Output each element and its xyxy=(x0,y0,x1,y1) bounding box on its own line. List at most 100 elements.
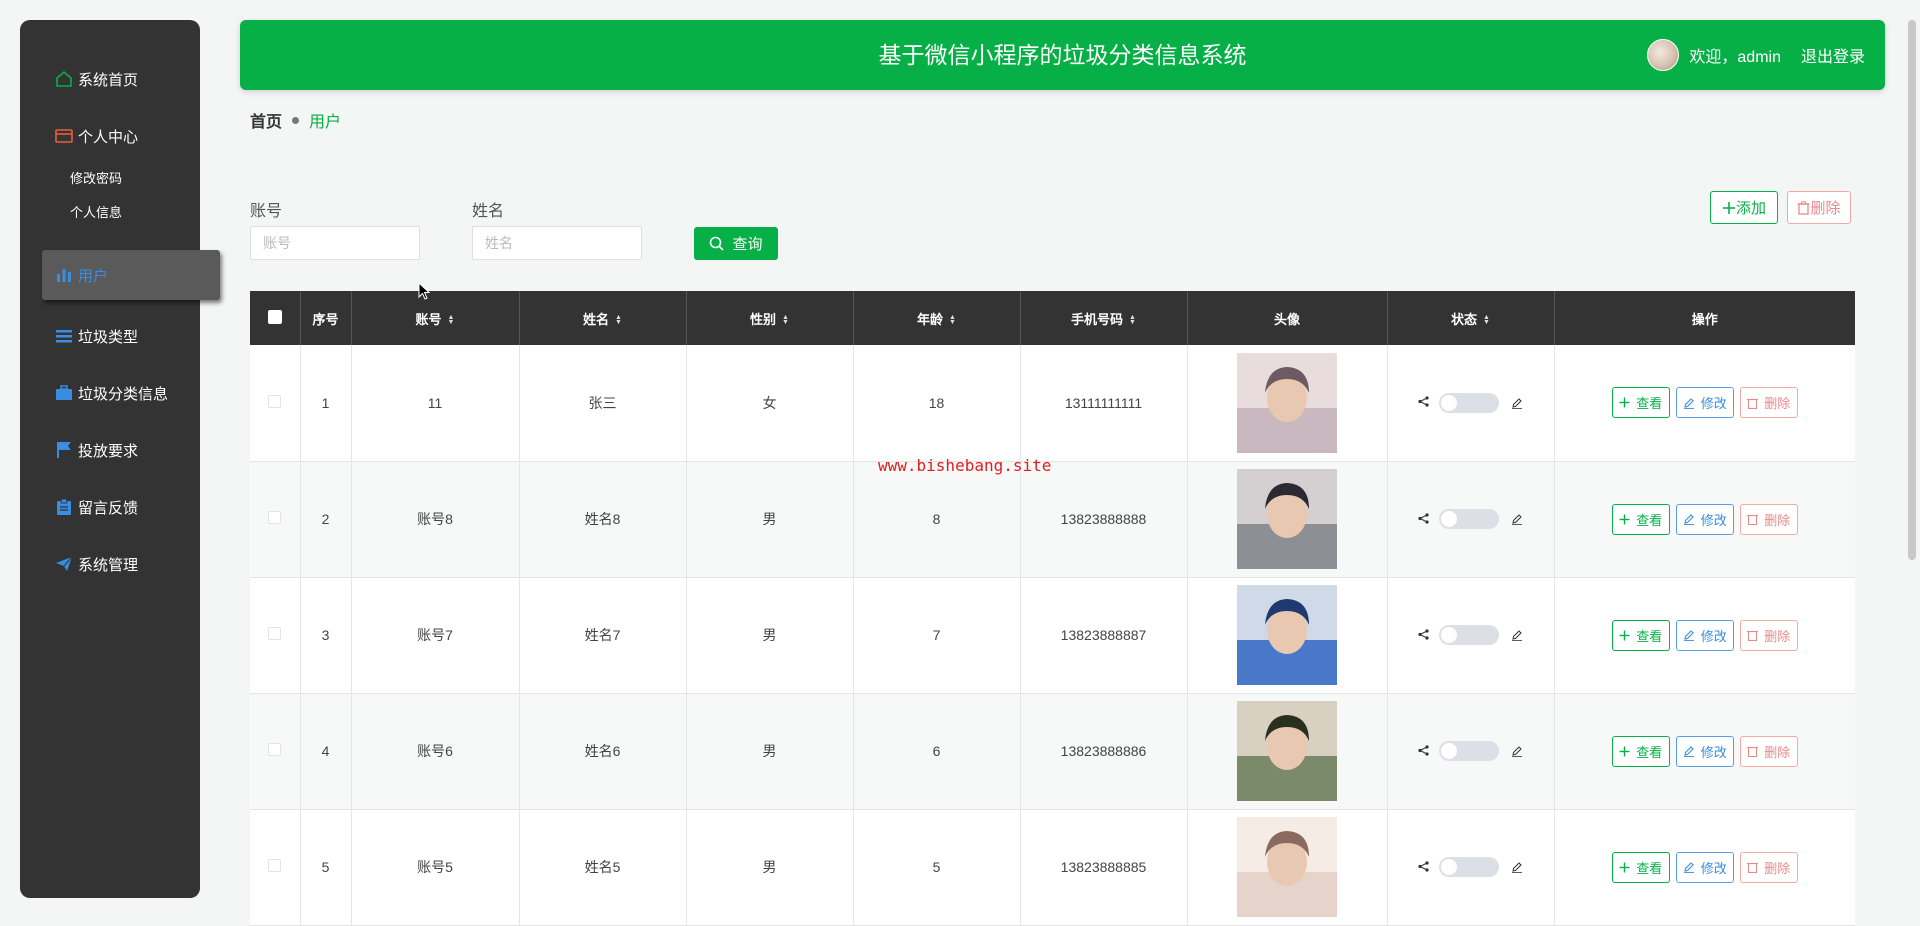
breadcrumb-home[interactable]: 首页 xyxy=(250,108,282,132)
sidebar-item-personal-center[interactable]: 个人中心 xyxy=(20,115,200,157)
sidebar-item-disposal-requirements[interactable]: 投放要求 xyxy=(20,429,200,471)
account-cell: 账号7 xyxy=(351,577,520,694)
select-all-checkbox[interactable] xyxy=(267,309,282,324)
sort-icon[interactable]: ▲ ▼ xyxy=(949,314,956,326)
page-scrollbar[interactable] xyxy=(1908,20,1916,560)
avatar[interactable] xyxy=(1647,39,1680,71)
view-button[interactable]: 查看 xyxy=(1611,851,1670,883)
name-label: 姓名 xyxy=(472,203,505,220)
sidebar-item-feedback[interactable]: 留言反馈 xyxy=(20,486,200,528)
status-cell xyxy=(1387,345,1555,462)
user-photo[interactable] xyxy=(1237,585,1337,685)
card-icon xyxy=(54,126,74,146)
query-button[interactable]: 查询 xyxy=(694,227,778,260)
name-cell: 姓名5 xyxy=(519,809,687,926)
status-toggle[interactable] xyxy=(1439,741,1499,761)
sort-icon[interactable]: ▲ ▼ xyxy=(448,314,455,326)
name-search-input[interactable] xyxy=(472,226,642,260)
sort-icon[interactable]: ▲ ▼ xyxy=(615,314,622,326)
plus-icon xyxy=(1619,630,1633,641)
edit-icon xyxy=(1683,397,1698,409)
delete-button[interactable]: 删除 xyxy=(1739,851,1798,883)
table-row: 5 账号5 姓名5 男 5 13823888885 查看 修改 删除 xyxy=(250,809,1855,926)
edit-icon xyxy=(1683,745,1698,757)
column-header[interactable]: 姓名 ▲ ▼ xyxy=(519,291,687,345)
user-photo[interactable] xyxy=(1237,469,1337,569)
pencil-icon[interactable] xyxy=(1511,861,1523,873)
pencil-icon[interactable] xyxy=(1511,513,1523,525)
user-photo[interactable] xyxy=(1237,817,1337,917)
index-cell: 3 xyxy=(300,577,352,694)
row-checkbox[interactable] xyxy=(268,511,282,524)
trash-icon xyxy=(1797,200,1810,215)
sidebar-item-system-management[interactable]: 系统管理 xyxy=(20,543,200,585)
share-icon[interactable] xyxy=(1418,395,1429,410)
pencil-icon[interactable] xyxy=(1511,397,1523,409)
delete-button[interactable]: 删除 xyxy=(1739,387,1798,419)
trash-icon xyxy=(1747,861,1761,873)
user-photo[interactable] xyxy=(1237,352,1337,453)
view-button[interactable]: 查看 xyxy=(1611,619,1670,651)
sidebar-item-personal-info[interactable]: 个人信息 xyxy=(20,198,200,228)
row-checkbox[interactable] xyxy=(268,859,282,872)
breadcrumb-current: 用户 xyxy=(309,114,342,131)
sidebar-item-home[interactable]: 系统首页 xyxy=(20,58,200,100)
share-icon[interactable] xyxy=(1418,744,1429,759)
view-button[interactable]: 查看 xyxy=(1611,503,1670,535)
sidebar-item-waste-types[interactable]: 垃圾类型 xyxy=(20,315,200,357)
breadcrumb: 首页 用户 xyxy=(250,108,341,132)
column-header[interactable]: 手机号码 ▲ ▼ xyxy=(1020,291,1188,345)
add-button[interactable]: 添加 xyxy=(1710,191,1778,224)
age-cell: 18 xyxy=(853,345,1021,462)
row-checkbox[interactable] xyxy=(268,743,282,756)
logout-link[interactable]: 退出登录 xyxy=(1801,43,1865,67)
delete-button[interactable]: 删除 xyxy=(1739,503,1798,535)
view-button[interactable]: 查看 xyxy=(1611,735,1670,767)
sidebar-item-label: 投放要求 xyxy=(78,442,139,460)
edit-button[interactable]: 修改 xyxy=(1675,503,1734,535)
share-icon[interactable] xyxy=(1418,628,1429,643)
status-toggle[interactable] xyxy=(1439,392,1499,413)
share-icon[interactable] xyxy=(1418,512,1429,527)
pencil-icon[interactable] xyxy=(1511,745,1523,757)
delete-button[interactable]: 删除 xyxy=(1739,619,1798,651)
share-icon[interactable] xyxy=(1418,860,1429,875)
sidebar: 系统首页 个人中心 修改密码 个人信息 用户 垃圾类型 垃圾分类信息 投放要求 xyxy=(20,20,220,898)
index-cell: 2 xyxy=(300,461,352,578)
actions-cell: 查看 修改 删除 xyxy=(1554,693,1855,810)
sidebar-item-label: 留言反馈 xyxy=(78,499,139,517)
delete-button[interactable]: 删除 xyxy=(1739,735,1798,767)
welcome-text: 欢迎，admin xyxy=(1689,49,1781,66)
column-header[interactable]: 账号 ▲ ▼ xyxy=(351,291,520,345)
row-checkbox[interactable] xyxy=(268,627,282,640)
status-toggle[interactable] xyxy=(1439,509,1499,529)
batch-delete-button[interactable]: 删除 xyxy=(1787,191,1851,224)
sort-icon[interactable]: ▲ ▼ xyxy=(1483,314,1490,326)
sidebar-item-change-password[interactable]: 修改密码 xyxy=(20,164,200,194)
trash-icon xyxy=(1747,629,1761,641)
status-toggle[interactable] xyxy=(1439,857,1499,877)
row-select-cell xyxy=(250,461,301,578)
edit-button[interactable]: 修改 xyxy=(1675,851,1734,883)
plus-icon xyxy=(1619,397,1633,408)
sidebar-item-users[interactable]: 用户 xyxy=(42,250,220,300)
sort-icon[interactable]: ▲ ▼ xyxy=(1129,314,1136,326)
sidebar-item-waste-info[interactable]: 垃圾分类信息 xyxy=(20,372,200,414)
edit-button[interactable]: 修改 xyxy=(1675,735,1734,767)
pencil-icon[interactable] xyxy=(1511,629,1523,641)
column-header[interactable]: 性别 ▲ ▼ xyxy=(686,291,854,345)
column-header[interactable]: 年龄 ▲ ▼ xyxy=(853,291,1021,345)
user-photo[interactable] xyxy=(1237,701,1337,801)
table-header-row: 序号 账号 ▲ ▼ 姓名 ▲ ▼ 性别 ▲ ▼ 年龄 ▲ ▼ 手机号码 ▲ ▼ 头像 状态 ▲ ▼ 操作 xyxy=(250,291,1855,345)
edit-button[interactable]: 修改 xyxy=(1675,387,1734,419)
sort-icon[interactable]: ▲ ▼ xyxy=(782,314,789,326)
column-header: 操作 xyxy=(1554,291,1855,345)
column-header[interactable]: 状态 ▲ ▼ xyxy=(1387,291,1555,345)
row-checkbox[interactable] xyxy=(268,394,282,408)
phone-cell: 13823888888 xyxy=(1020,461,1188,578)
view-button[interactable]: 查看 xyxy=(1611,387,1670,419)
edit-button[interactable]: 修改 xyxy=(1675,619,1734,651)
account-search-input[interactable] xyxy=(250,226,420,260)
status-toggle[interactable] xyxy=(1439,625,1499,645)
users-table: 序号 账号 ▲ ▼ 姓名 ▲ ▼ 性别 ▲ ▼ 年龄 ▲ ▼ 手机号码 ▲ ▼ 头像 状态 ▲ ▼ 操作… xyxy=(250,291,1855,926)
